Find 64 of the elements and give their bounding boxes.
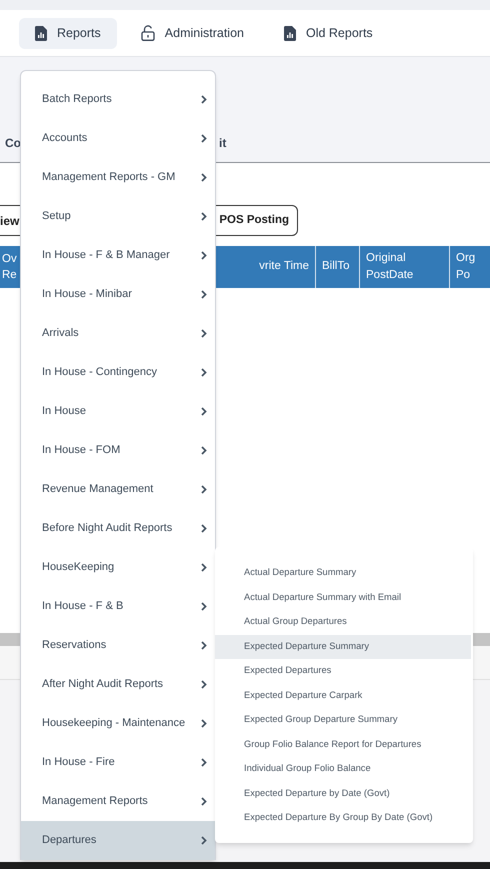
submenu-item[interactable]: Expected Group Departure Summary: [215, 708, 473, 732]
chevron-right-icon: [201, 797, 207, 806]
menu-item[interactable]: After Night Audit Reports: [21, 665, 215, 704]
column-header: Ov Re: [1, 252, 18, 283]
chevron-right-icon: [201, 290, 207, 299]
menu-item[interactable]: Accounts: [21, 119, 215, 158]
column-header: Original PostDate: [359, 246, 449, 288]
chevron-right-icon: [201, 719, 207, 728]
chevron-right-icon: [201, 134, 207, 143]
unlocked-padlock-icon: [140, 25, 155, 41]
menu-item[interactable]: Setup: [21, 197, 215, 236]
page-tab[interactable]: it: [219, 134, 226, 152]
menu-item[interactable]: Management Reports: [21, 782, 215, 821]
nav-tab[interactable]: Old Reports: [268, 18, 389, 48]
menu-item[interactable]: Reservations: [21, 626, 215, 665]
chevron-right-icon: [201, 95, 207, 104]
chevron-right-icon: [201, 524, 207, 533]
menu-item[interactable]: Housekeeping - Maintenance: [21, 704, 215, 743]
chevron-right-icon: [201, 212, 207, 221]
chart-file-icon: [35, 26, 47, 40]
menu-item[interactable]: HouseKeeping: [21, 548, 215, 587]
chevron-right-icon: [201, 251, 207, 260]
menu-item[interactable]: Arrivals: [21, 314, 215, 353]
menu-item[interactable]: In House - Minibar: [21, 275, 215, 314]
chevron-right-icon: [201, 563, 207, 572]
menu-item[interactable]: Before Night Audit Reports: [21, 509, 215, 548]
submenu-item[interactable]: Expected Departure By Group By Date (Govt): [215, 806, 473, 830]
column-header: Org Po: [449, 246, 490, 288]
column-header: BillTo: [315, 246, 359, 288]
chevron-right-icon: [201, 446, 207, 455]
page-tab[interactable]: Co: [0, 134, 20, 152]
submenu-item[interactable]: Actual Departure Summary: [215, 561, 473, 586]
submenu-item[interactable]: Expected Departure Carpark: [215, 684, 473, 708]
menu-item[interactable]: Batch Reports: [21, 80, 215, 119]
submenu-item[interactable]: Expected Departure Summary: [215, 634, 471, 659]
submenu-item[interactable]: Individual Group Folio Balance: [215, 757, 473, 782]
chevron-right-icon: [201, 485, 207, 494]
submenu-item[interactable]: Actual Group Departures: [215, 610, 473, 634]
chevron-right-icon: [201, 602, 207, 611]
menu-item[interactable]: In House: [21, 392, 215, 431]
menu-item[interactable]: Departures: [21, 821, 215, 860]
chart-file-icon: [284, 26, 296, 40]
chevron-right-icon: [201, 641, 207, 650]
nav-tab[interactable]: Administration: [124, 18, 260, 48]
submenu-item[interactable]: Group Folio Balance Report for Departures: [215, 732, 473, 757]
menu-item[interactable]: In House - Fire: [21, 743, 215, 782]
chevron-right-icon: [201, 836, 207, 845]
chevron-right-icon: [201, 758, 207, 767]
menu-item[interactable]: Management Reports - GM: [21, 158, 215, 197]
menu-item[interactable]: In House - F & B Manager: [21, 236, 215, 275]
chevron-right-icon: [201, 173, 207, 182]
submenu-item[interactable]: Expected Departures: [215, 659, 473, 684]
menu-item[interactable]: In House - F & B: [21, 587, 215, 626]
chevron-right-icon: [201, 329, 207, 338]
menu-item[interactable]: In House - FOM: [21, 431, 215, 470]
submenu-item[interactable]: Actual Departure Summary with Email: [215, 586, 473, 610]
chevron-right-icon: [201, 680, 207, 689]
column-header: vrite Time: [258, 259, 310, 274]
menu-item[interactable]: In House - Contingency: [21, 353, 215, 392]
submenu-item[interactable]: Expected Departure by Date (Govt): [215, 782, 473, 806]
chevron-right-icon: [201, 407, 207, 416]
nav-tab[interactable]: Reports: [19, 18, 117, 48]
chevron-right-icon: [201, 368, 207, 377]
menu-item[interactable]: Revenue Management: [21, 470, 215, 509]
